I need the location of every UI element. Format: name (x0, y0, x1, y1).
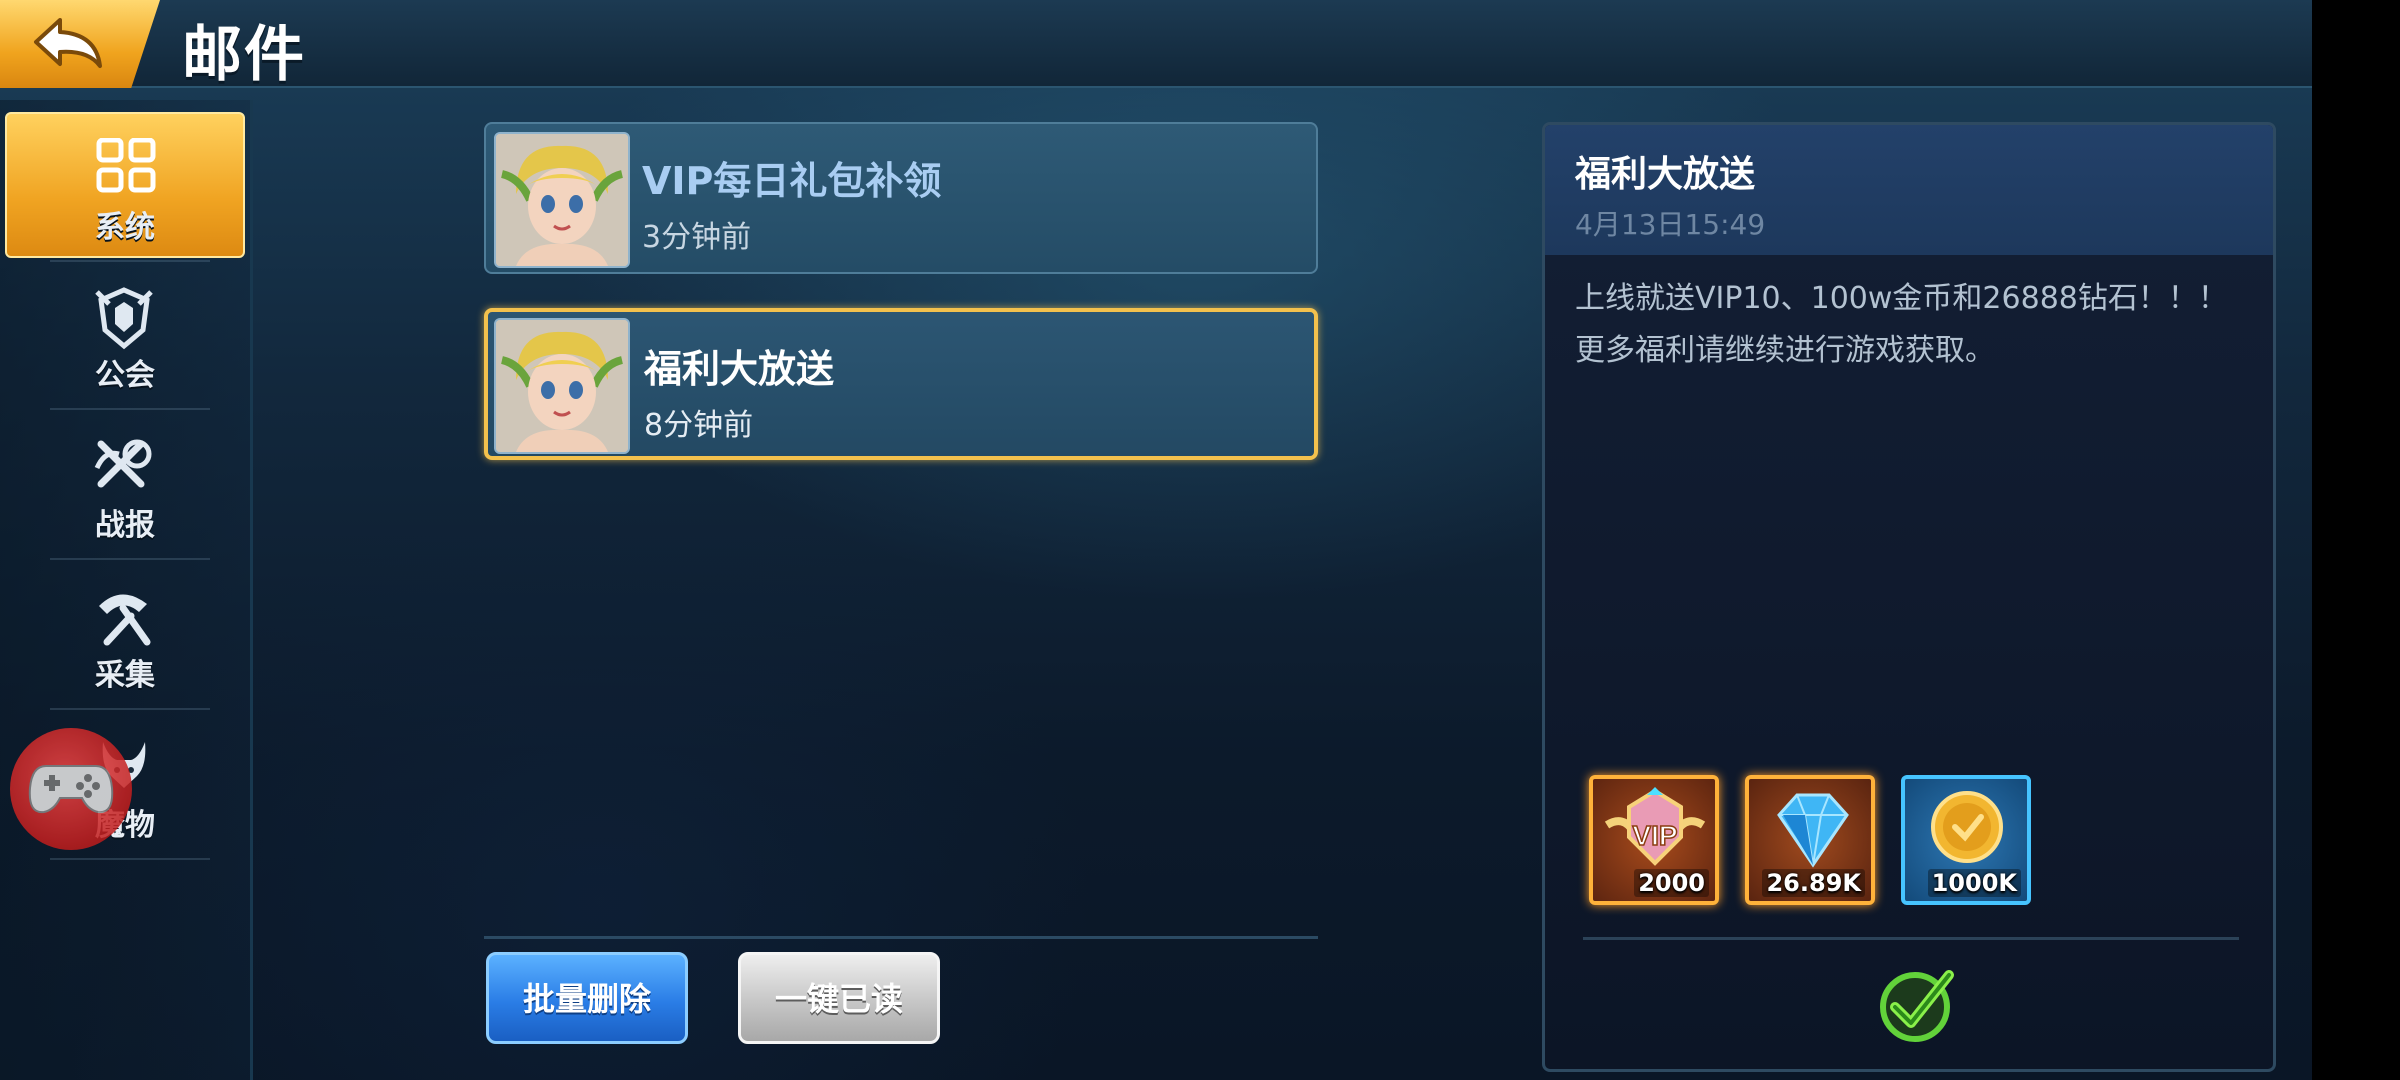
vip-reward-icon: VIP (1604, 787, 1706, 866)
sidebar-item-battle-report[interactable]: 战报 (5, 412, 245, 558)
reward-quantity: 26.89K (1762, 869, 1865, 897)
sidebar-item-system[interactable]: 系统 (5, 112, 245, 258)
mail-title: VIP每日礼包补领 (642, 159, 942, 203)
gold-coin-reward-icon (1931, 791, 2003, 863)
divider (1583, 937, 2239, 940)
game-screen: 邮件 系统 公会 战报 采集 魔物 VIP每日礼包补领 3分钟前 福利大放送 8… (0, 0, 2312, 1080)
sidebar-item-label: 公会 (95, 358, 155, 393)
mail-item-vip-daily[interactable]: VIP每日礼包补领 3分钟前 (484, 122, 1318, 274)
mark-all-read-button[interactable]: 一键已读 (738, 952, 940, 1044)
divider (50, 858, 210, 860)
confirm-check-icon[interactable] (1875, 965, 1959, 1045)
fairy-avatar-icon (494, 132, 630, 268)
mail-detail-panel: 福利大放送 4月13日15:49 上线就送VIP10、100w金币和26888钻… (1542, 122, 2276, 1072)
reward-item-vip[interactable]: VIP 2000 (1589, 775, 1719, 905)
sidebar-item-label: 战报 (95, 508, 155, 543)
page-title: 邮件 (182, 20, 306, 90)
diamond-reward-icon (1777, 793, 1849, 868)
divider (50, 708, 210, 710)
mail-time: 3分钟前 (642, 220, 752, 255)
divider (50, 558, 210, 560)
sidebar-item-label: 系统 (95, 210, 155, 245)
fairy-avatar-icon (494, 318, 630, 454)
mail-detail-header: 福利大放送 4月13日15:49 (1545, 125, 2273, 255)
guild-shield-icon (95, 287, 153, 350)
reward-item-gold[interactable]: 1000K (1901, 775, 2031, 905)
mail-time: 8分钟前 (644, 408, 754, 443)
sidebar-item-gathering[interactable]: 采集 (5, 562, 245, 708)
battle-report-icon (94, 439, 152, 488)
header-bar: 邮件 (0, 0, 2312, 90)
divider (50, 408, 210, 410)
sidebar-item-guild[interactable]: 公会 (5, 262, 245, 408)
mail-item-welfare[interactable]: 福利大放送 8分钟前 (484, 308, 1318, 460)
reward-quantity: 2000 (1634, 869, 1709, 897)
batch-delete-button[interactable]: 批量删除 (486, 952, 688, 1044)
category-sidebar: 系统 公会 战报 采集 魔物 (0, 100, 253, 1080)
floating-gamepad-button[interactable] (10, 728, 132, 850)
mail-detail-date: 4月13日15:49 (1575, 208, 1766, 241)
back-arrow-icon (34, 18, 102, 68)
grid-icon (96, 138, 156, 193)
mail-detail-title: 福利大放送 (1575, 154, 1756, 195)
svg-text:VIP: VIP (1632, 820, 1677, 851)
mail-detail-body: 上线就送VIP10、100w金币和26888钻石！！！更多福利请继续进行游戏获取… (1575, 281, 2228, 368)
mail-title: 福利大放送 (644, 347, 835, 391)
reward-item-diamond[interactable]: 26.89K (1745, 775, 1875, 905)
reward-quantity: 1000K (1927, 869, 2021, 897)
divider (484, 936, 1318, 939)
system-edge-bar (2312, 0, 2400, 1080)
sidebar-item-label: 采集 (95, 658, 155, 693)
back-button[interactable] (0, 0, 160, 88)
gamepad-icon (28, 765, 114, 814)
pickaxe-icon (99, 594, 151, 646)
